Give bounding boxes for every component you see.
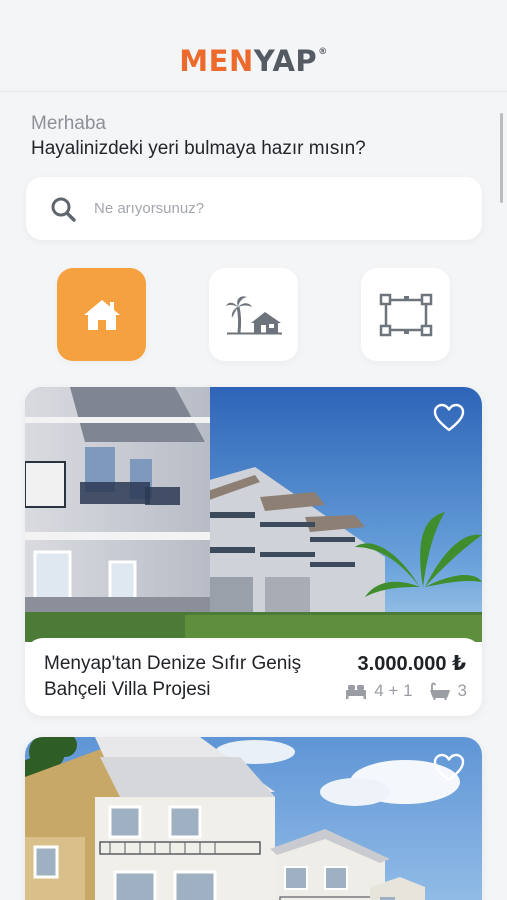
logo-men: MEN (179, 43, 254, 78)
logo-yap: YAP (253, 43, 318, 78)
search-input[interactable] (94, 200, 424, 217)
listing-photo (25, 737, 482, 900)
house-icon (83, 299, 120, 330)
heart-icon[interactable] (433, 753, 465, 782)
villa-palm-icon (225, 295, 282, 334)
app-header: MEN YAP ® (0, 30, 507, 92)
scrollbar[interactable] (500, 113, 503, 203)
listing-info: Menyap'tan Denize Sıfır Geniş Bahçeli Vi… (25, 638, 482, 716)
category-land-plots-button[interactable] (361, 268, 450, 361)
search-bar[interactable] (26, 177, 482, 240)
search-icon (51, 197, 76, 222)
greeting-question: Hayalinizdeki yeri bulmaya hazır mısın? (31, 138, 366, 159)
bed-icon (346, 685, 367, 699)
listing-rooms: 4 + 1 (374, 681, 413, 700)
greeting-hello: Merhaba (31, 113, 106, 134)
listing-photo (25, 387, 482, 642)
listing-features: 4 + 1 3 (345, 681, 467, 701)
listing-price: 3.000.000 ₺ (357, 653, 466, 675)
heart-icon[interactable] (433, 403, 465, 432)
menyap-logo[interactable]: MEN YAP ® (179, 44, 327, 78)
listing-baths: 3 (457, 681, 467, 700)
listing-card[interactable] (25, 737, 482, 900)
category-houses-button[interactable] (57, 268, 146, 361)
status-bar (0, 0, 507, 30)
listing-title: Menyap'tan Denize Sıfır Geniş Bahçeli Vi… (44, 653, 302, 700)
bathtub-icon (429, 682, 450, 700)
category-villas-button[interactable] (209, 268, 298, 361)
logo-registered-mark: ® (318, 46, 328, 57)
floor-plan-icon (379, 293, 432, 336)
greeting: Merhaba Hayalinizdeki yeri bulmaya hazır… (31, 112, 366, 162)
listing-card[interactable]: Menyap'tan Denize Sıfır Geniş Bahçeli Vi… (25, 387, 482, 716)
